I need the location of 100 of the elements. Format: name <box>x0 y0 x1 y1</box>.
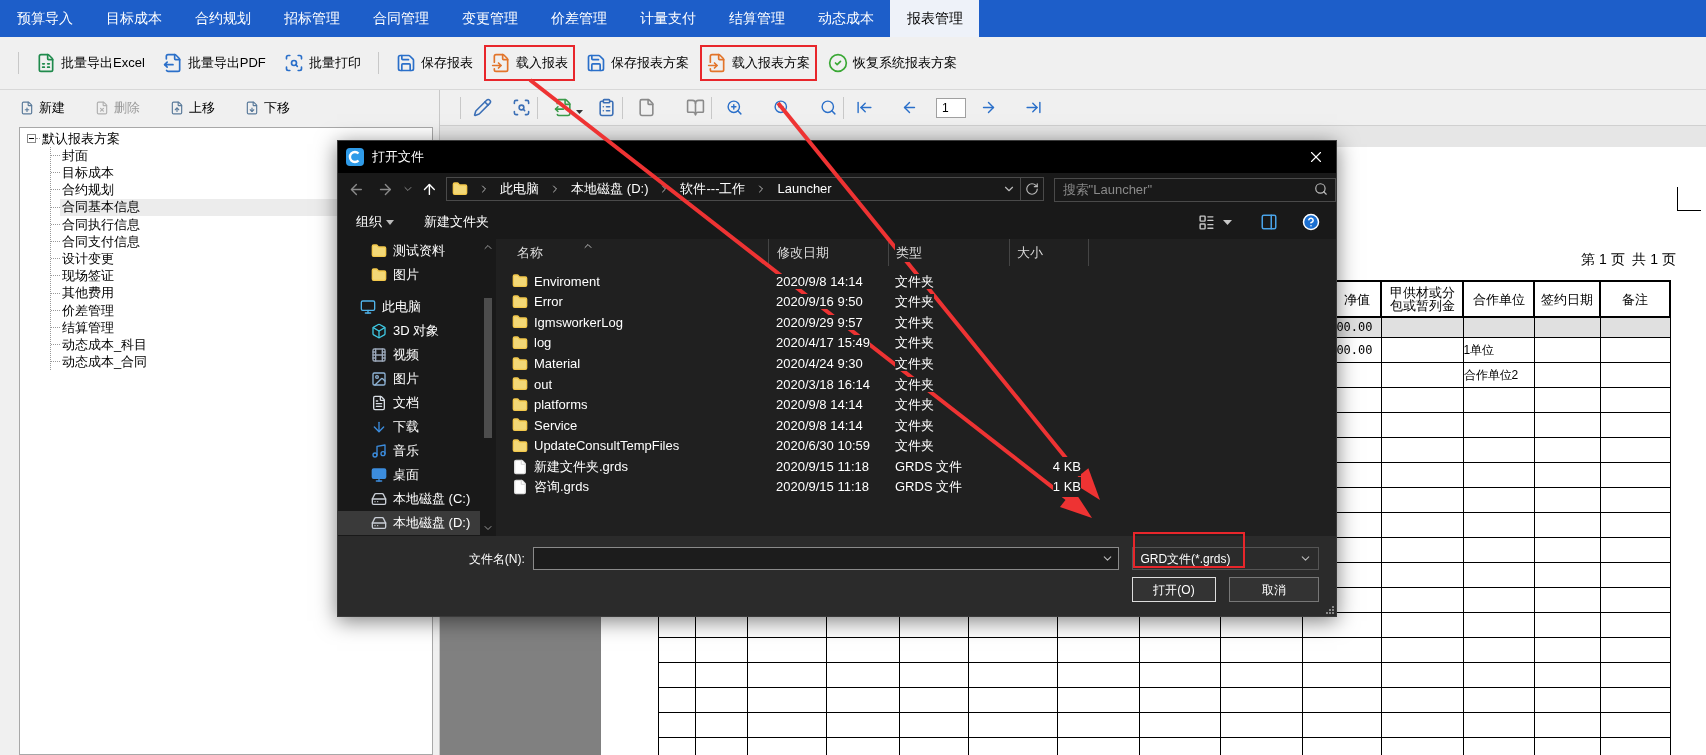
file-type: GRDS 文件 <box>895 458 963 474</box>
toolbar-button[interactable]: 批量导出Excel <box>29 45 152 81</box>
preview-icon <box>283 53 304 73</box>
navigation-item[interactable]: 测试资料 <box>338 239 480 263</box>
breadcrumb-item[interactable]: 此电脑 <box>500 179 540 199</box>
next-page-icon[interactable] <box>980 99 997 116</box>
folder-icon <box>371 243 387 259</box>
folder-icon <box>512 376 528 393</box>
scrollbar-thumb[interactable] <box>484 298 492 438</box>
column-header[interactable]: 类型 <box>895 242 923 263</box>
dialog-button[interactable]: 取消 <box>1229 577 1319 602</box>
menu-tab[interactable]: 招标管理 <box>267 0 356 37</box>
table-cell: 00.00 <box>1336 342 1373 357</box>
dialog-button[interactable]: 打开(O) <box>1132 577 1216 602</box>
toolbar-button[interactable]: 批量打印 <box>276 45 368 81</box>
file-row[interactable]: log 2020/4/17 15:49 文件夹 <box>496 332 1336 354</box>
file-type: GRDS 文件 <box>895 479 963 495</box>
menu-tab[interactable]: 目标成本 <box>89 0 178 37</box>
file-row[interactable]: 新建文件夹.grds 2020/9/15 11:18 GRDS 文件 4 KB <box>496 456 1336 477</box>
menu-tab[interactable]: 合约规划 <box>178 0 267 37</box>
address-bar[interactable]: 此电脑 本地磁盘 (D:) 软件---工作 Launcher <box>446 177 1044 201</box>
menu-tab[interactable]: 预算导入 <box>0 0 89 37</box>
two-page-icon[interactable] <box>686 98 705 117</box>
crop-mark <box>1677 187 1701 211</box>
previous-page-icon[interactable] <box>901 99 918 116</box>
file-row[interactable]: platforms 2020/9/8 14:14 文件夹 <box>496 394 1336 416</box>
navigation-item[interactable]: 3D 对象 <box>338 319 480 343</box>
toolbar-button[interactable]: 新建 <box>20 97 65 118</box>
navigation-item[interactable]: 图片 <box>338 263 480 287</box>
preview-icon[interactable] <box>512 98 531 117</box>
menu-tab[interactable]: 变更管理 <box>445 0 534 37</box>
collapse-toggle[interactable] <box>27 134 36 143</box>
menu-tab[interactable]: 合同管理 <box>356 0 445 37</box>
zoom-in-icon[interactable] <box>726 99 743 116</box>
zoom-out-icon[interactable] <box>773 99 790 116</box>
file-type: 文件夹 <box>895 397 934 413</box>
export-icon[interactable] <box>554 98 573 117</box>
page-number-field[interactable]: 1 <box>936 97 966 118</box>
file-row[interactable]: Material 2020/4/24 9:30 文件夹 <box>496 353 1336 374</box>
cube-icon <box>371 323 387 339</box>
toolbar-button[interactable]: 载入报表方案 <box>699 45 817 81</box>
edit-icon[interactable] <box>473 98 492 117</box>
navigation-item[interactable]: 图片 <box>338 367 480 391</box>
menu-tab[interactable]: 价差管理 <box>534 0 623 37</box>
zoom-fit-icon[interactable] <box>820 99 837 116</box>
toolbar-button[interactable]: 载入报表 <box>483 45 575 81</box>
toolbar-button[interactable]: 上移 <box>170 97 215 118</box>
navigation-item[interactable]: 桌面 <box>338 463 480 487</box>
view-options-icon[interactable] <box>1198 213 1215 231</box>
toolbar-button[interactable]: 恢复系统报表方案 <box>820 45 964 81</box>
toolbar-button[interactable]: 批量导出PDF <box>155 45 273 81</box>
search-field[interactable]: 搜索"Launcher" <box>1053 177 1336 202</box>
preview-pane-icon[interactable] <box>1260 213 1278 231</box>
last-page-icon[interactable] <box>1025 99 1042 116</box>
refresh-icon[interactable] <box>1024 182 1039 196</box>
menu-tab[interactable]: 结算管理 <box>712 0 801 37</box>
navigation-item[interactable]: 音乐 <box>338 439 480 463</box>
modified-date: 2020/9/29 9:57 <box>776 314 863 330</box>
list-icon[interactable] <box>597 98 616 117</box>
help-icon[interactable] <box>1302 213 1320 231</box>
filename-field[interactable] <box>532 547 1120 570</box>
delete-file-icon <box>95 100 109 115</box>
breadcrumb-item[interactable]: 软件---工作 <box>680 179 746 199</box>
file-row[interactable]: Error 2020/9/16 9:50 文件夹 <box>496 291 1336 313</box>
navigation-item[interactable]: 下载 <box>338 415 480 439</box>
file-row[interactable]: UpdateConsultTempFiles 2020/6/30 10:59 文件夹 <box>496 435 1336 457</box>
caret-icon[interactable] <box>576 109 583 114</box>
navigation-item[interactable]: 本地磁盘 (C:) <box>338 487 480 511</box>
single-page-icon[interactable] <box>637 98 656 117</box>
file-type: 文件夹 <box>895 376 934 392</box>
navigation-item[interactable]: 本地磁盘 (D:) <box>338 511 480 535</box>
caret-icon[interactable] <box>1223 219 1232 225</box>
file-row[interactable]: Service 2020/9/8 14:14 文件夹 <box>496 415 1336 436</box>
navigation-item[interactable]: 文档 <box>338 391 480 415</box>
menu-tab[interactable]: 动态成本 <box>801 0 890 37</box>
column-header: 净值 <box>1344 291 1370 307</box>
menu-tab[interactable]: 报表管理 <box>890 0 979 37</box>
modified-date: 2020/9/8 14:14 <box>776 273 863 289</box>
export-icon <box>162 53 183 73</box>
tree-item[interactable]: 默认报表方案 <box>42 128 120 149</box>
toolbar-button[interactable]: 保存报表方案 <box>578 45 696 81</box>
download-icon <box>371 419 387 435</box>
menu-tab[interactable]: 计量支付 <box>623 0 712 37</box>
file-row[interactable]: out 2020/3/18 16:14 文件夹 <box>496 373 1336 395</box>
file-row[interactable]: IgmsworkerLog 2020/9/29 9:57 文件夹 <box>496 312 1336 333</box>
file-row[interactable]: Enviroment 2020/9/8 14:14 文件夹 <box>496 271 1336 292</box>
file-row[interactable]: 咨询.grds 2020/9/15 11:18 GRDS 文件 1 KB <box>496 476 1336 498</box>
spreadsheet-icon <box>36 53 56 73</box>
filetype-select[interactable]: GRD文件(*.grds) <box>1132 547 1319 570</box>
navigation-item[interactable]: 此电脑 <box>338 295 480 319</box>
toolbar-button[interactable]: 下移 <box>245 97 290 118</box>
breadcrumb-item[interactable]: Launcher <box>777 179 832 199</box>
toolbar-button[interactable]: 保存报表 <box>388 45 480 81</box>
new-file-icon <box>20 100 34 115</box>
breadcrumb-item[interactable]: 本地磁盘 (D:) <box>571 179 649 199</box>
save-icon <box>585 53 606 73</box>
navigation-item[interactable]: 视频 <box>338 343 480 367</box>
first-page-icon[interactable] <box>856 99 873 116</box>
resize-grip-icon[interactable] <box>1326 606 1334 614</box>
folder-icon <box>371 267 387 283</box>
